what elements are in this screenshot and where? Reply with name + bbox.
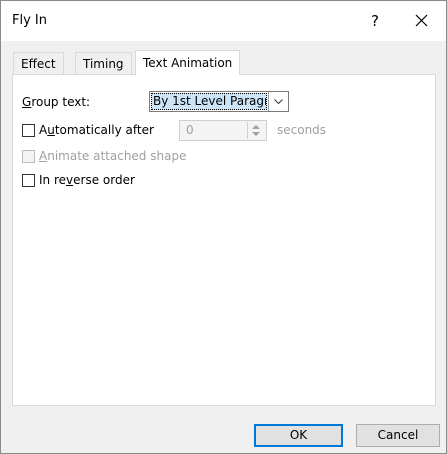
group-text-label: Group text:	[22, 95, 91, 109]
help-button[interactable]: ?	[363, 10, 387, 32]
seconds-unit-label: seconds	[277, 123, 327, 137]
close-icon	[415, 14, 427, 27]
reverse-order-label: In reverse order	[39, 173, 135, 187]
chevron-down-icon	[274, 99, 283, 104]
close-button[interactable]	[407, 9, 435, 33]
auto-after-spinner[interactable]: 0	[179, 120, 267, 141]
ok-button[interactable]: OK	[254, 424, 343, 447]
tab-text-animation[interactable]: Text Animation	[135, 50, 241, 75]
auto-after-value: 0	[186, 123, 194, 137]
fly-in-dialog: Fly In ? Effect Timing Text Animation Gr…	[0, 0, 447, 454]
spin-down-icon[interactable]	[252, 132, 260, 137]
dialog-title: Fly In	[12, 13, 47, 28]
animate-shape-label: Animate attached shape	[39, 149, 187, 163]
auto-after-checkbox[interactable]	[22, 124, 35, 137]
spin-up-icon[interactable]	[252, 124, 260, 129]
auto-after-label: Automatically after	[39, 123, 154, 137]
cancel-button[interactable]: Cancel	[356, 424, 440, 447]
reverse-order-checkbox[interactable]	[22, 174, 35, 187]
group-text-select[interactable]: By 1st Level Paragraphs	[149, 91, 289, 112]
dropdown-button[interactable]	[268, 92, 288, 111]
title-bar: Fly In ?	[1, 1, 446, 41]
group-text-value: By 1st Level Paragraphs	[151, 93, 267, 110]
animate-shape-checkbox[interactable]	[22, 150, 35, 163]
spinner-buttons[interactable]	[247, 122, 265, 139]
tab-timing[interactable]: Timing	[75, 52, 132, 74]
tab-effect[interactable]: Effect	[13, 52, 64, 74]
